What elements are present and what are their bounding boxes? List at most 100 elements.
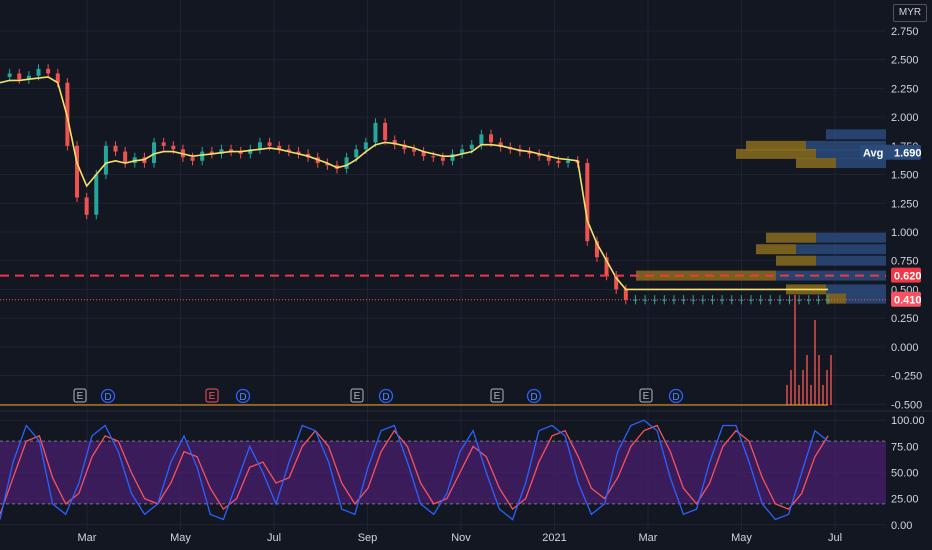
volume-profile-row-gold — [766, 232, 816, 243]
price-tick-label: 2.000 — [891, 112, 919, 124]
candle-body — [17, 73, 22, 80]
candle-body — [450, 153, 455, 161]
price-tick-label: 2.250 — [891, 83, 919, 95]
candle-body — [84, 197, 89, 215]
stoch-tick-label: 0.00 — [891, 520, 912, 532]
candle-body — [440, 157, 445, 161]
candle-body — [161, 142, 166, 146]
volume-bar — [818, 355, 820, 405]
volume-bar — [790, 370, 792, 405]
price-tick-label: 0.000 — [891, 342, 919, 354]
price-tick-label: 0.750 — [891, 256, 919, 268]
price-tick-label: 1.000 — [891, 227, 919, 239]
candle-body — [257, 142, 262, 150]
stoch-tick-label: 50.00 — [891, 468, 919, 480]
candle-body — [585, 163, 590, 242]
avg-label: Avg — [863, 148, 883, 160]
candle-body — [94, 174, 99, 215]
support-value-badge: 0.620 — [894, 271, 922, 283]
volume-profile-row-gold — [776, 255, 816, 266]
price-tick-label: 1.500 — [891, 170, 919, 182]
price-tick-label: -0.500 — [891, 399, 922, 411]
stoch-tick-label: 25.00 — [891, 494, 919, 506]
event-markers: EDEDEDEDED — [73, 388, 684, 404]
volume-bar — [822, 385, 824, 405]
volume-bar — [814, 320, 816, 405]
candle-body — [152, 142, 157, 164]
moving-average-line — [0, 76, 828, 291]
candle-body — [267, 142, 272, 146]
volume-bar — [830, 355, 832, 405]
x-tick-label: Jul — [267, 532, 281, 544]
x-tick-label: Mar — [78, 532, 97, 544]
x-tick-label: Mar — [639, 532, 658, 544]
volume-bar — [806, 355, 808, 405]
dividend-marker-label: D — [530, 392, 537, 403]
x-tick-label: May — [731, 532, 752, 544]
dividend-marker-label: D — [382, 392, 389, 403]
candle-body — [479, 134, 484, 145]
candle-body — [623, 289, 628, 300]
chart-canvas[interactable]: E D E D E D E D E D Mar May Jul Sep Nov 2021 Mar May Jul 2… — [0, 0, 932, 550]
candle-body — [113, 145, 118, 152]
price-tick-label: 2.750 — [891, 26, 919, 38]
candle-body — [373, 122, 378, 143]
earnings-marker-label: E — [354, 391, 361, 402]
volume-bar — [810, 385, 812, 405]
stochastic-panel — [0, 419, 886, 521]
volume-profile-row-gold — [826, 293, 846, 304]
earnings-marker-label: E — [643, 391, 650, 402]
dividend-marker-label: D — [104, 392, 111, 403]
candle-body — [363, 142, 368, 150]
dividend-marker-label: D — [672, 392, 679, 403]
candle-body — [489, 134, 494, 143]
x-tick-label: Nov — [451, 532, 471, 544]
x-tick-label: Sep — [358, 532, 378, 544]
candle-body — [354, 149, 359, 158]
price-tick-label: 1.250 — [891, 198, 919, 210]
volume-bar — [798, 385, 800, 405]
candle-body — [190, 157, 195, 161]
price-tick-label: 0.250 — [891, 313, 919, 325]
x-tick-label: May — [170, 532, 191, 544]
volume-profile-row-gold — [756, 244, 796, 255]
volume-bar — [794, 295, 796, 405]
volume-bars — [0, 295, 832, 406]
price-series — [7, 64, 830, 305]
candle-body — [566, 160, 571, 164]
ma-line — [0, 76, 828, 291]
volume-profile-row-blue — [826, 129, 886, 140]
candle-body — [46, 68, 51, 74]
volume-profile-row-blue — [796, 244, 886, 255]
candle-body — [344, 157, 349, 169]
volume-bar — [826, 370, 828, 405]
volume-profile-row-gold — [736, 148, 816, 159]
candle-body — [36, 68, 41, 76]
stoch-tick-label: 75.00 — [891, 441, 919, 453]
candle-body — [103, 145, 108, 175]
candle-body — [777, 299, 782, 301]
volume-profile-row-blue — [826, 284, 886, 295]
volume-profile-row-blue — [816, 232, 886, 243]
x-tick-label: 2021 — [542, 532, 566, 544]
price-tick-label: 2.500 — [891, 55, 919, 67]
candle-body — [200, 151, 205, 161]
volume-profile — [636, 129, 886, 304]
last-price-badge: 0.410 — [894, 295, 922, 307]
dividend-marker-label: D — [239, 392, 246, 403]
candle-body — [383, 122, 388, 141]
candle-body — [556, 160, 561, 164]
candle-body — [123, 151, 128, 164]
volume-profile-row-blue — [816, 255, 886, 266]
earnings-marker-label: E — [209, 391, 216, 402]
volume-profile-row-gold — [796, 158, 836, 169]
volume-bar — [786, 385, 788, 405]
earnings-marker-label: E — [77, 391, 84, 402]
price-tick-label: -0.250 — [891, 371, 922, 383]
candle-body — [469, 144, 474, 150]
x-tick-label: Jul — [828, 532, 842, 544]
candle-body — [7, 73, 12, 77]
candle-body — [412, 149, 416, 152]
candle-body — [662, 299, 667, 301]
candle-body — [729, 299, 734, 301]
